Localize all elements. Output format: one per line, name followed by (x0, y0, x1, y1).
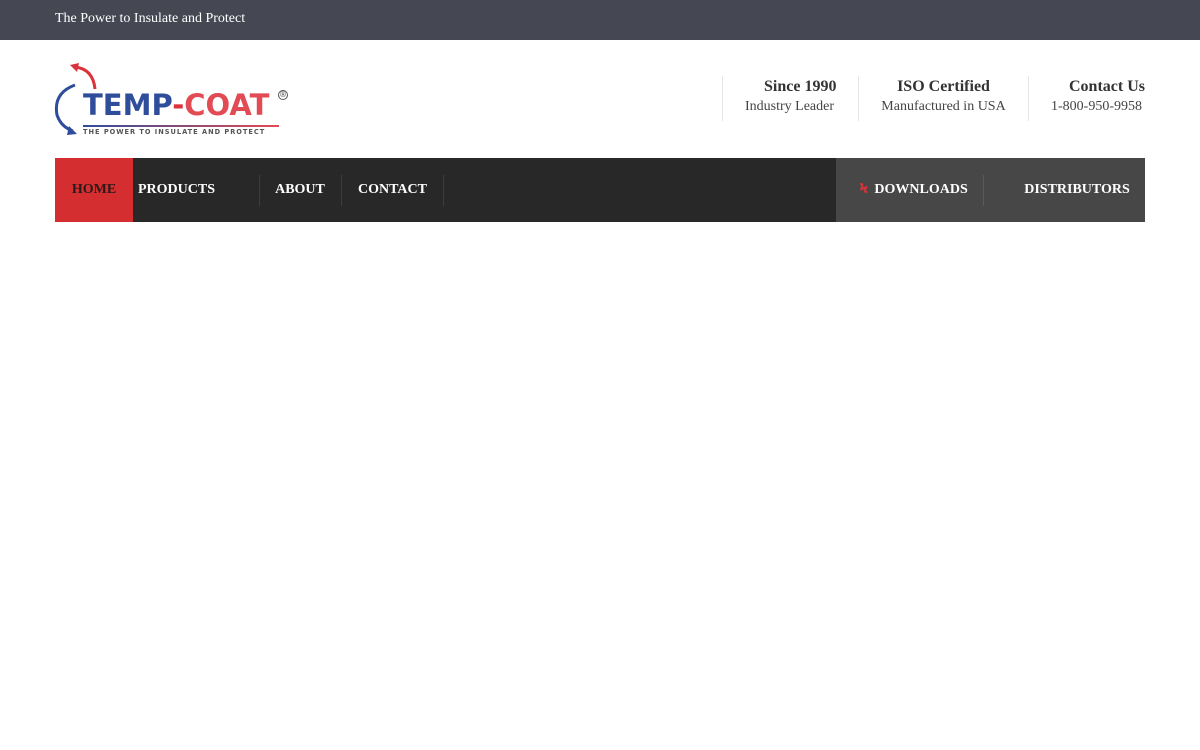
logo-wordmark: TEMP-COAT (83, 88, 270, 122)
lightning-bolt-icon: ϟ (859, 182, 869, 197)
info-contact[interactable]: Contact Us 1-800-950-9958 (1028, 76, 1145, 121)
nav-divider (983, 175, 984, 206)
nav-distributors[interactable]: DISTRIBUTORS (1001, 158, 1145, 222)
top-bar: The Power to Insulate and Protect (0, 0, 1200, 40)
temp-coat-logo[interactable]: TEMP-COAT ® THE POWER TO INSULATE AND PR… (53, 63, 293, 138)
info-since-sub: Industry Leader (745, 99, 835, 114)
nav-divider (443, 175, 444, 206)
info-since-title: Since 1990 (764, 78, 837, 95)
top-tagline: The Power to Insulate and Protect (55, 11, 246, 26)
registered-mark: ® (278, 90, 288, 100)
logo-underline (83, 125, 279, 127)
info-iso-sub: Manufactured in USA (881, 99, 1006, 114)
info-contact-title: Contact Us (1069, 78, 1145, 95)
info-iso-title: ISO Certified (897, 78, 990, 95)
nav-downloads[interactable]: ϟ DOWNLOADS (836, 158, 983, 222)
nav-about[interactable]: ABOUT (259, 158, 341, 222)
info-since: Since 1990 Industry Leader (722, 76, 858, 121)
main-nav: HOME PRODUCTS ABOUT CONTACT ϟ DOWNLOADS D… (55, 158, 1145, 222)
phone-number-link[interactable]: 1-800-950-9958 (1029, 98, 1145, 116)
info-iso: ISO Certified Manufactured in USA (858, 76, 1028, 121)
logo-subtitle: THE POWER TO INSULATE AND PROTECT (83, 128, 266, 136)
nav-downloads-label: DOWNLOADS (874, 182, 968, 197)
site-header: TEMP-COAT ® THE POWER TO INSULATE AND PR… (0, 40, 1200, 158)
nav-contact[interactable]: CONTACT (342, 158, 443, 222)
nav-products[interactable]: PRODUCTS (133, 158, 240, 222)
nav-home[interactable]: HOME (55, 158, 133, 222)
